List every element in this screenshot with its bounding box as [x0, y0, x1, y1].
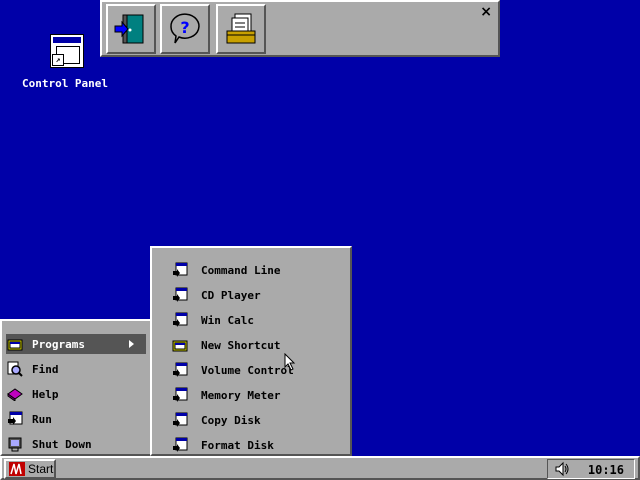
start-menu-item-label: Shut Down: [32, 437, 92, 451]
start-menu-item-shut-down[interactable]: Shut Down: [6, 434, 130, 454]
speaker-icon[interactable]: [554, 461, 570, 477]
submenu-item-command-line[interactable]: Command Line: [172, 260, 347, 280]
toolbar-close-button[interactable]: ×: [480, 4, 492, 20]
system-tray: 10:16: [547, 459, 635, 479]
exit-door-icon: [114, 14, 144, 44]
submenu-item-copy-disk[interactable]: Copy Disk: [172, 410, 347, 430]
start-button-label: Start: [28, 462, 54, 476]
submenu-item-win-calc[interactable]: Win Calc: [172, 310, 347, 330]
taskbar: Start 10:16: [0, 456, 640, 480]
program-icon: [173, 362, 188, 377]
clock: 10:16: [587, 463, 624, 477]
submenu-item-label: Copy Disk: [201, 413, 261, 427]
start-button[interactable]: Start: [4, 459, 56, 479]
submenu-item-volume-control[interactable]: Volume Control: [172, 360, 347, 380]
start-menu-item-run[interactable]: Run: [6, 409, 130, 429]
submenu-item-label: Command Line: [201, 263, 281, 277]
start-menu: Programs Find Help Run Shut Down: [0, 319, 152, 456]
submenu-item-new-shortcut[interactable]: New Shortcut: [172, 335, 347, 355]
start-logo-icon: [9, 462, 25, 476]
shutdown-icon: [6, 436, 24, 452]
help-button[interactable]: ?: [160, 4, 210, 54]
program-icon: [173, 412, 188, 427]
programs-submenu: Command Line CD Player Win Calc New Shor…: [150, 246, 352, 456]
program-icon: [173, 387, 188, 402]
start-menu-item-find[interactable]: Find: [6, 359, 130, 379]
svg-text:?: ?: [180, 18, 189, 37]
file-cabinet-icon: [226, 13, 256, 44]
run-icon: [6, 411, 24, 427]
submenu-item-label: Win Calc: [201, 313, 254, 327]
submenu-item-label: CD Player: [201, 288, 261, 302]
submenu-item-label: Volume Control: [201, 363, 294, 377]
mouse-cursor-icon: [284, 353, 296, 371]
submenu-item-label: Format Disk: [201, 438, 274, 452]
program-icon: [173, 287, 188, 302]
desktop-icon-label: Control Panel: [21, 77, 109, 90]
folder-icon: [172, 340, 188, 352]
start-menu-item-label: Programs: [32, 337, 85, 351]
start-menu-item-label: Help: [32, 387, 59, 401]
control-panel-icon: ↗: [50, 34, 84, 68]
start-menu-item-programs[interactable]: Programs: [6, 334, 146, 354]
submenu-item-memory-meter[interactable]: Memory Meter: [172, 385, 347, 405]
submenu-item-label: New Shortcut: [201, 338, 281, 352]
programs-folder-icon: [6, 336, 24, 352]
submenu-item-cd-player[interactable]: CD Player: [172, 285, 347, 305]
submenu-arrow-icon: [129, 340, 134, 348]
start-menu-item-help[interactable]: Help: [6, 384, 130, 404]
file-manager-button[interactable]: [216, 4, 266, 54]
help-icon: ?: [170, 13, 200, 44]
program-icon: [173, 312, 188, 327]
exit-button[interactable]: [106, 4, 156, 54]
find-magnifier-icon: [6, 361, 24, 377]
help-book-icon: [6, 386, 24, 402]
submenu-item-format-disk[interactable]: Format Disk: [172, 435, 347, 455]
program-icon: [173, 262, 188, 277]
start-menu-item-label: Run: [32, 412, 52, 426]
start-menu-item-label: Find: [32, 362, 59, 376]
program-icon: [173, 437, 188, 452]
submenu-item-label: Memory Meter: [201, 388, 281, 402]
quick-launch-toolbar: ? ×: [100, 0, 500, 57]
